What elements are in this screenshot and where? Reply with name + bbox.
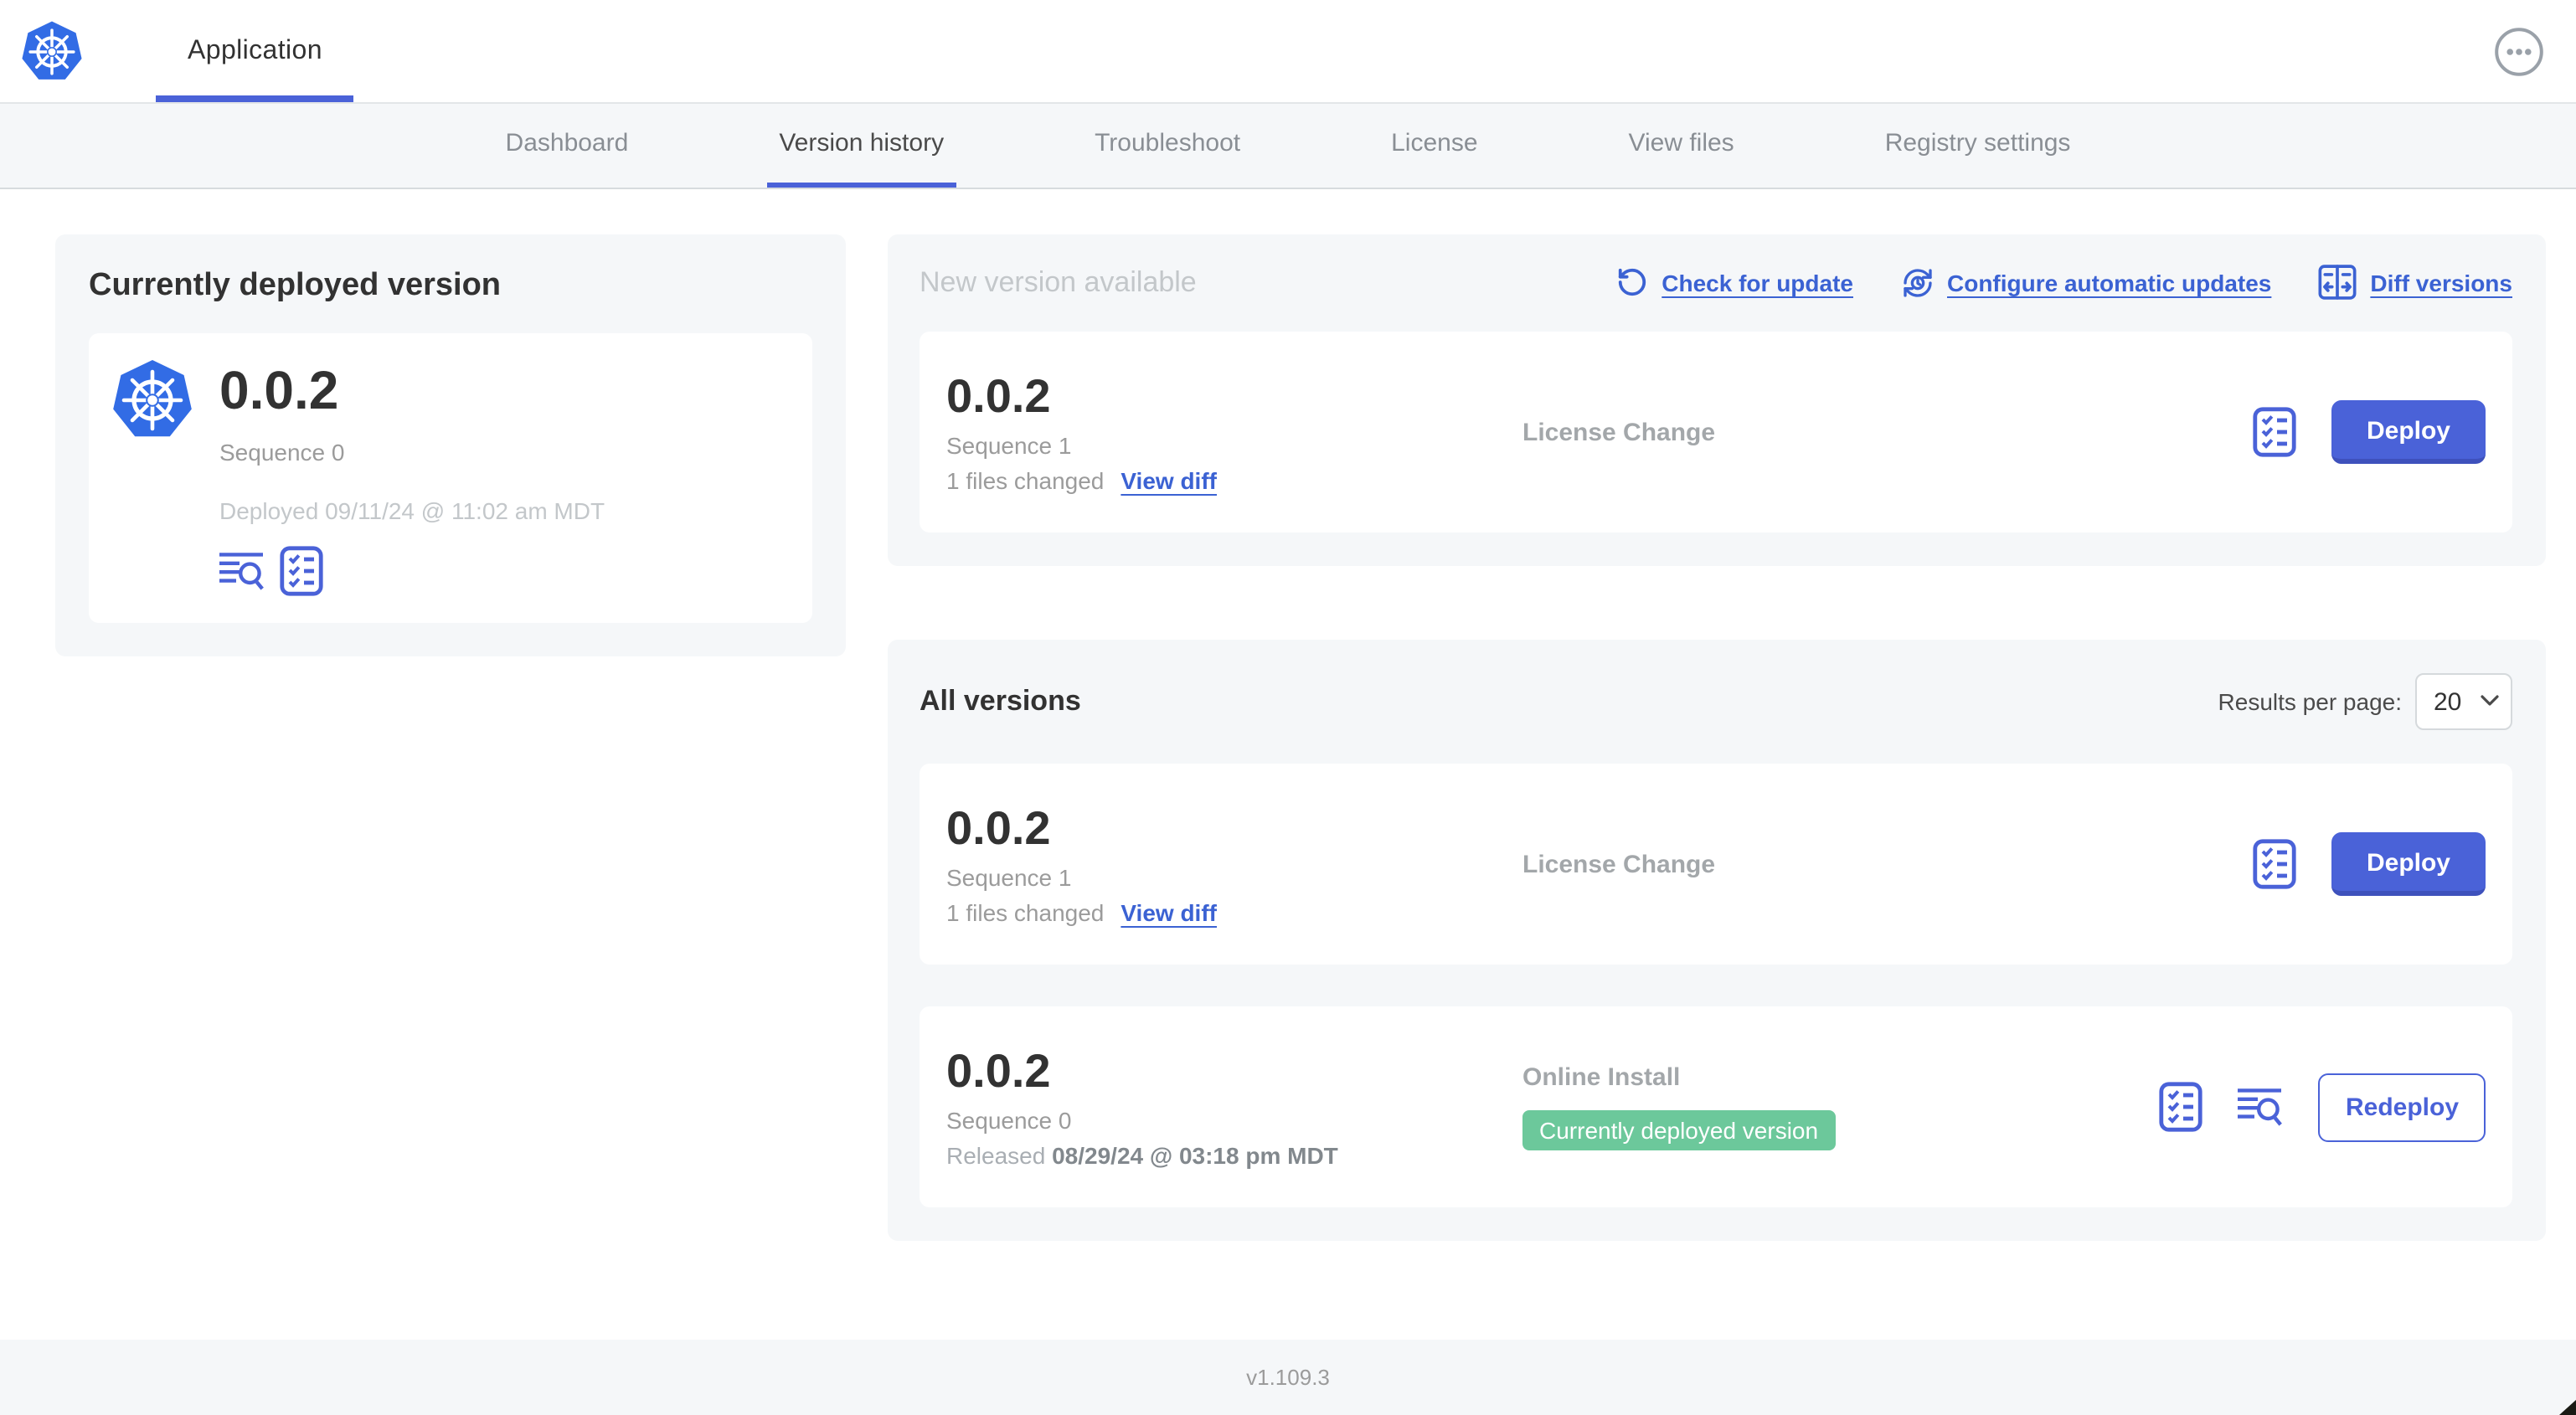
page-footer: v1.109.3 [0,1340,2576,1415]
overflow-menu-button[interactable] [2494,26,2544,76]
version-number: 0.0.2 [946,370,1051,422]
tab-registry-settings[interactable]: Registry settings [1873,104,2083,188]
preflight-checks-button[interactable] [280,546,323,596]
version-row: 0.0.2 Sequence 0 Released 08/29/24 @ 03:… [920,1006,2512,1207]
mouse-cursor [2559,1400,2576,1415]
preflight-checks-icon [2160,1082,2203,1132]
active-tab-underline [156,95,354,102]
right-column: New version available Check for update C… [888,234,2546,1241]
rotate-ccw-icon [1616,266,1648,298]
deploy-logs-button[interactable] [2239,1087,2284,1127]
diff-versions-icon [2318,265,2357,300]
preflight-checks-button[interactable] [2160,1082,2203,1132]
preflight-checks-button[interactable] [2253,839,2296,889]
view-diff-link[interactable]: View diff [1121,467,1217,494]
preflight-checks-button[interactable] [2253,407,2296,457]
deployed-sequence: Sequence 0 [219,439,345,466]
new-version-title: New version available [920,265,1197,297]
app-title: Application [188,36,322,64]
version-row: 0.0.2 Sequence 1 1 files changed View di… [920,764,2512,965]
version-sequence: Sequence 1 [946,432,1072,459]
console-version: v1.109.3 [1246,1365,1330,1390]
kubernetes-logo-icon [111,358,194,442]
kubernetes-logo-icon [20,18,84,83]
deployed-version-number: 0.0.2 [219,360,339,420]
configure-automatic-updates-link[interactable]: Configure automatic updates [1900,265,2271,299]
deploy-logs-icon [2239,1087,2284,1127]
version-source-label: Online Install [1522,1063,1681,1092]
admin-console-page: Application Dashboard Version history Tr… [0,0,2576,1415]
app-header: Application [0,0,2576,104]
schedule-update-icon [1900,265,1934,299]
ellipsis-in-circle-icon [2495,27,2543,75]
currently-deployed-title: Currently deployed version [89,268,502,303]
all-versions-panel: All versions Results per page: 20 0.0.2 … [888,640,2546,1241]
tab-license[interactable]: License [1379,104,1489,188]
new-version-panel: New version available Check for update C… [888,234,2546,566]
currently-deployed-panel: Currently deployed version 0.0.2 Sequenc… [55,234,846,656]
preflight-checks-icon [280,546,323,596]
results-per-page-select[interactable]: 20 [2415,673,2512,730]
deployed-timestamp: Deployed 09/11/24 @ 11:02 am MDT [219,497,605,524]
tab-version-history[interactable]: Version history [767,104,956,188]
files-changed-label: 1 files changed [946,467,1105,494]
new-version-row: 0.0.2 Sequence 1 1 files changed View di… [920,332,2512,533]
currently-deployed-card: 0.0.2 Sequence 0 Deployed 09/11/24 @ 11:… [89,333,812,623]
all-versions-title: All versions [920,685,1081,717]
deploy-button[interactable]: Deploy [2331,832,2486,896]
view-diff-link[interactable]: View diff [1121,899,1217,926]
check-for-update-link[interactable]: Check for update [1616,266,1853,298]
app-nav-tab[interactable]: Application [156,0,354,102]
version-source-label: License Change [1522,850,1716,878]
tab-dashboard[interactable]: Dashboard [494,104,641,188]
version-number: 0.0.2 [946,802,1051,854]
results-per-page-label: Results per page: [2218,688,2402,715]
preflight-checks-icon [2253,407,2296,457]
diff-versions-link[interactable]: Diff versions [2318,265,2512,300]
version-sequence: Sequence 1 [946,864,1072,891]
tab-troubleshoot[interactable]: Troubleshoot [1083,104,1252,188]
files-changed-label: 1 files changed [946,899,1105,926]
currently-deployed-badge: Currently deployed version [1522,1110,1836,1150]
deploy-button[interactable]: Deploy [2331,400,2486,464]
released-timestamp: 08/29/24 @ 03:18 pm MDT [1052,1142,1338,1169]
tab-view-files[interactable]: View files [1617,104,1746,188]
deploy-logs-icon [219,551,265,591]
secondary-nav: Dashboard Version history Troubleshoot L… [0,104,2576,189]
version-number: 0.0.2 [946,1045,1051,1097]
redeploy-button[interactable]: Redeploy [2318,1073,2486,1141]
version-sequence: Sequence 0 [946,1107,1072,1134]
main-content: Currently deployed version 0.0.2 Sequenc… [0,189,2576,1340]
released-label: Released [946,1142,1046,1169]
version-source-label: License Change [1522,418,1716,446]
deploy-logs-button[interactable] [219,551,265,591]
preflight-checks-icon [2253,839,2296,889]
